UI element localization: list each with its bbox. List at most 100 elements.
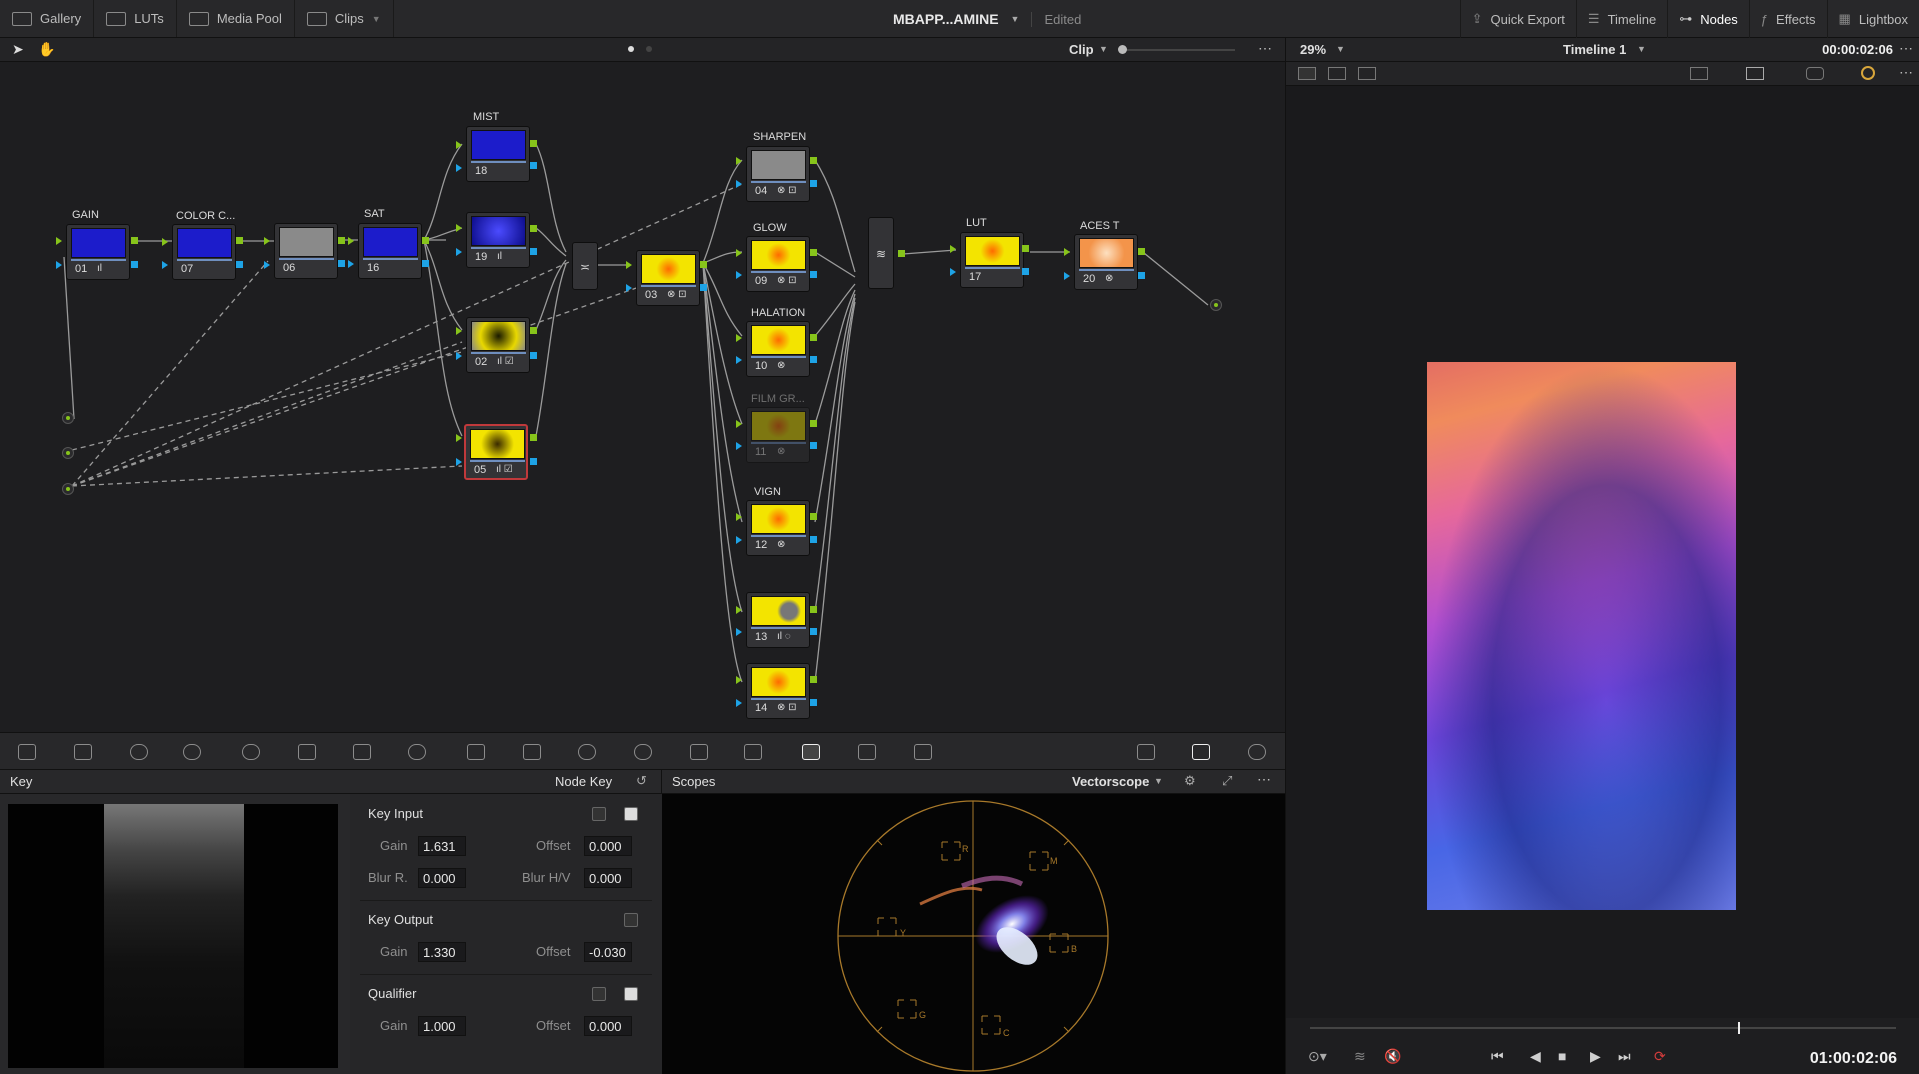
mute-icon[interactable]: 🔇: [1384, 1048, 1401, 1065]
panel-title: Key: [10, 774, 33, 789]
tracker-icon[interactable]: [634, 744, 652, 760]
more-options-icon[interactable]: ⋯: [1257, 771, 1271, 788]
more-options-icon[interactable]: ⋯: [1899, 40, 1913, 57]
sizing-icon[interactable]: [858, 744, 876, 760]
single-view-icon[interactable]: [1298, 67, 1316, 80]
skip-back-icon[interactable]: ⏮: [1491, 1048, 1504, 1065]
stop-icon[interactable]: ■: [1558, 1048, 1566, 1064]
media-pool-button[interactable]: Media Pool: [177, 0, 295, 37]
qualifier-icon[interactable]: [467, 744, 485, 760]
key-input-enable-checkbox[interactable]: [592, 807, 606, 821]
viewer-header: 29% ▼ Timeline 1 ▼ 00:00:02:06 ⋯: [1285, 38, 1919, 62]
chevron-down-icon[interactable]: ▼: [1011, 14, 1020, 24]
key-input-gain-field[interactable]: 1.631: [418, 836, 466, 856]
layers-icon[interactable]: ≋: [1354, 1048, 1366, 1065]
playback-timecode: 01:00:02:06: [1809, 1050, 1897, 1067]
page-dot-icon[interactable]: [646, 46, 652, 52]
gallery-button[interactable]: Gallery: [0, 0, 95, 37]
keyframes-icon[interactable]: [1137, 744, 1155, 760]
grid-view-icon[interactable]: [1328, 67, 1346, 80]
qualifier-gain-field[interactable]: 1.000: [418, 1016, 466, 1036]
viewer[interactable]: [1285, 86, 1919, 1018]
scope-type-select[interactable]: Vectorscope: [1072, 774, 1149, 789]
output-dot[interactable]: [1210, 299, 1222, 311]
chevron-down-icon[interactable]: ▼: [1099, 44, 1108, 54]
blur-radius-field[interactable]: 0.000: [418, 868, 466, 888]
mode-select[interactable]: Clip: [1069, 42, 1094, 57]
guides-icon[interactable]: [1690, 67, 1708, 80]
step-back-icon[interactable]: ◀: [1530, 1048, 1541, 1065]
more-options-icon[interactable]: ⋯: [1899, 64, 1913, 81]
qualifier-enable-checkbox[interactable]: [592, 987, 606, 1001]
magic-mask-icon[interactable]: [690, 744, 708, 760]
quick-export-button[interactable]: ⇪ Quick Export: [1459, 0, 1576, 38]
color-wheel-icon[interactable]: [1861, 66, 1875, 80]
camera-raw-icon[interactable]: [18, 744, 36, 760]
key-icon[interactable]: [802, 744, 820, 760]
zoom-select[interactable]: 29%: [1300, 42, 1326, 57]
rgb-mixer-icon[interactable]: [242, 744, 260, 760]
zoom-slider-handle[interactable]: [1118, 45, 1127, 54]
lightbox-button[interactable]: ▦ Lightbox: [1826, 0, 1919, 38]
node-thumbnail: [470, 429, 525, 459]
page-dot-icon[interactable]: [628, 46, 634, 52]
pointer-icon[interactable]: ➤: [12, 41, 24, 58]
window-icon[interactable]: [578, 744, 596, 760]
curves-icon[interactable]: [353, 744, 371, 760]
more-options-icon[interactable]: ⋯: [1258, 40, 1272, 57]
timeline-button[interactable]: ☰ Timeline: [1575, 0, 1667, 38]
nodes-button[interactable]: ⊶ Nodes: [1667, 0, 1749, 38]
loop-icon[interactable]: ⟳: [1654, 1048, 1666, 1065]
playhead[interactable]: [1738, 1022, 1740, 1034]
overlay-icon[interactable]: [1806, 67, 1824, 80]
scopes-icon[interactable]: [1192, 744, 1210, 760]
viewer-options-icon[interactable]: ⊙▾: [1308, 1048, 1327, 1065]
play-icon[interactable]: ▶: [1590, 1048, 1601, 1065]
scrubber-track[interactable]: [1310, 1027, 1896, 1029]
key-input-invert-checkbox[interactable]: [624, 807, 638, 821]
fx-node-icon: ⊗: [777, 539, 786, 550]
timeline-select[interactable]: Timeline 1: [1563, 42, 1626, 57]
key-output-gain-field[interactable]: 1.330: [418, 942, 466, 962]
expand-icon[interactable]: ⤢: [1222, 773, 1232, 789]
chevron-down-icon[interactable]: ▼: [1637, 44, 1646, 54]
key-output-offset-field[interactable]: -0.030: [584, 942, 632, 962]
blur-hv-field[interactable]: 0.000: [584, 868, 632, 888]
color-warper-icon[interactable]: [408, 744, 426, 760]
node-graph[interactable]: GAIN 01 ıl COLOR C... 07 06 SAT 16 MIST …: [0, 62, 1285, 732]
key-matte-image: [104, 804, 244, 1068]
luts-button[interactable]: LUTs: [94, 0, 177, 37]
qualifier-offset-field[interactable]: 0.000: [584, 1016, 632, 1036]
chevron-down-icon[interactable]: ▼: [1336, 44, 1345, 54]
zoom-slider[interactable]: [1120, 49, 1235, 51]
motion-effects-icon[interactable]: [298, 744, 316, 760]
info-icon[interactable]: [1248, 744, 1266, 760]
key-output-invert-checkbox[interactable]: [624, 913, 638, 927]
skip-forward-icon[interactable]: ⏭: [1618, 1048, 1631, 1065]
source-input-dot[interactable]: [62, 447, 74, 459]
export-icon: ⇪: [1471, 11, 1483, 26]
node-thumbnail: [641, 254, 696, 284]
chevron-down-icon[interactable]: ▼: [1154, 776, 1163, 786]
color-match-icon[interactable]: [74, 744, 92, 760]
svg-text:C: C: [1003, 1028, 1010, 1038]
blur-icon[interactable]: [744, 744, 762, 760]
color-wheels-icon[interactable]: [130, 744, 148, 760]
key-input-offset-field[interactable]: 0.000: [584, 836, 632, 856]
hdr-wheels-icon[interactable]: [183, 744, 201, 760]
source-input-dot[interactable]: [62, 412, 74, 424]
hdr-view-icon[interactable]: [1746, 67, 1764, 80]
timecode-display: 00:00:02:06: [1822, 42, 1893, 57]
split-view-icon[interactable]: [1358, 67, 1376, 80]
hand-icon[interactable]: ✋: [38, 41, 55, 58]
3d-icon[interactable]: [914, 744, 932, 760]
eyedropper-icon[interactable]: [523, 744, 541, 760]
reset-icon[interactable]: ↺: [636, 773, 647, 789]
effects-button[interactable]: ƒ Effects: [1748, 0, 1827, 38]
qualifier-invert-checkbox[interactable]: [624, 987, 638, 1001]
scope-settings-icon[interactable]: ⚙: [1184, 773, 1196, 789]
source-input-dot[interactable]: [62, 483, 74, 495]
project-title[interactable]: MBAPP...AMINE: [893, 11, 999, 27]
node-thumbnail: [363, 227, 418, 257]
clips-button[interactable]: Clips ▼: [295, 0, 394, 37]
